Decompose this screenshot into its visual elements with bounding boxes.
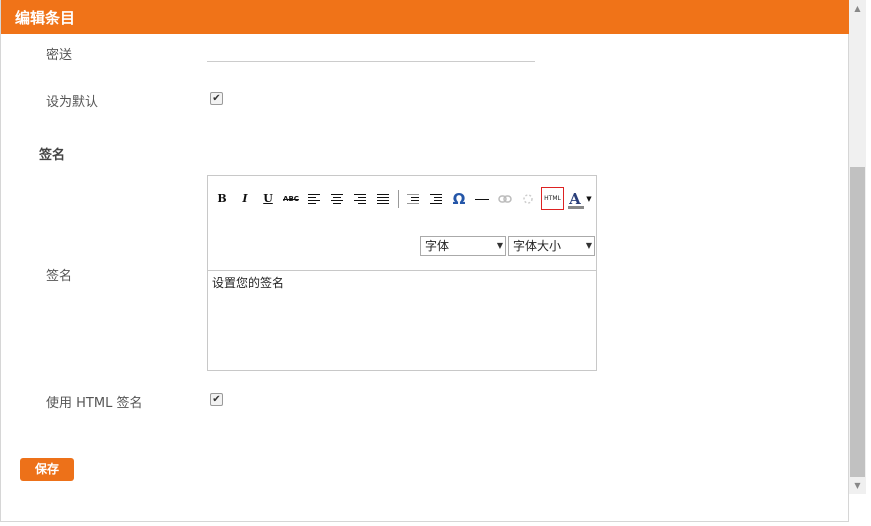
bcc-input[interactable] — [207, 61, 535, 62]
align-center-button[interactable] — [327, 188, 347, 210]
align-left-icon — [308, 194, 320, 204]
font-color-dropdown-arrow[interactable]: ▼ — [584, 188, 594, 210]
chevron-down-icon: ▼ — [496, 241, 503, 250]
signature-section-title: 签名 — [39, 148, 66, 163]
signature-content-area[interactable]: 设置您的签名 — [212, 274, 284, 291]
special-char-button[interactable]: Ω — [449, 188, 469, 210]
link-button[interactable] — [495, 188, 515, 210]
font-color-swatch — [568, 206, 584, 209]
align-center-icon — [331, 194, 343, 204]
bold-button[interactable]: B — [212, 188, 232, 210]
align-right-icon — [354, 194, 366, 204]
indent-button[interactable] — [426, 188, 446, 210]
bcc-label: 密送 — [46, 48, 73, 63]
scroll-up-arrow-icon[interactable]: ▲ — [849, 0, 866, 17]
outdent-button[interactable] — [403, 188, 423, 210]
strikethrough-button[interactable]: ABC — [281, 188, 301, 210]
set-default-checkbox[interactable]: ✔ — [210, 92, 223, 105]
panel-header: 编辑条目 — [1, 0, 850, 34]
align-left-button[interactable] — [304, 188, 324, 210]
outdent-icon — [407, 194, 419, 204]
font-size-select-value: 字体大小 — [513, 239, 562, 253]
link-icon — [498, 195, 512, 203]
indent-icon — [430, 194, 442, 204]
justify-button[interactable] — [373, 188, 393, 210]
set-default-label: 设为默认 — [46, 95, 99, 110]
italic-button[interactable]: I — [235, 188, 255, 210]
underline-button[interactable]: U — [258, 188, 278, 210]
unlink-button[interactable] — [518, 188, 538, 210]
toolbar-separator — [398, 190, 399, 208]
font-size-select[interactable]: 字体大小 ▼ — [508, 236, 595, 256]
horizontal-rule-button[interactable] — [472, 188, 492, 210]
signature-editor: B I U ABC Ω HTML A ▼ 字体 ▼ 字体大小 ▼ 设置您的签名 — [207, 175, 597, 371]
font-family-select-value: 字体 — [425, 239, 450, 253]
justify-icon — [377, 194, 389, 204]
scroll-thumb[interactable] — [850, 167, 865, 477]
edit-entry-panel: 编辑条目 密送 设为默认 ✔ 签名 签名 B I U ABC Ω HTML A … — [0, 0, 850, 522]
use-html-signature-checkbox[interactable]: ✔ — [210, 393, 223, 406]
horizontal-rule-icon — [475, 199, 489, 200]
scroll-down-arrow-icon[interactable]: ▼ — [849, 477, 866, 494]
save-button[interactable]: 保存 — [20, 458, 74, 481]
unlink-icon — [523, 194, 533, 204]
use-html-signature-label: 使用 HTML 签名 — [46, 396, 143, 411]
editor-toolbar: B I U ABC Ω HTML A ▼ 字体 ▼ 字体大小 ▼ — [208, 176, 596, 271]
font-family-select[interactable]: 字体 ▼ — [420, 236, 506, 256]
chevron-down-icon: ▼ — [585, 241, 592, 250]
html-source-button[interactable]: HTML — [541, 187, 564, 210]
align-right-button[interactable] — [350, 188, 370, 210]
vertical-scrollbar[interactable]: ▲ ▼ — [849, 0, 866, 494]
signature-label: 签名 — [46, 269, 73, 284]
